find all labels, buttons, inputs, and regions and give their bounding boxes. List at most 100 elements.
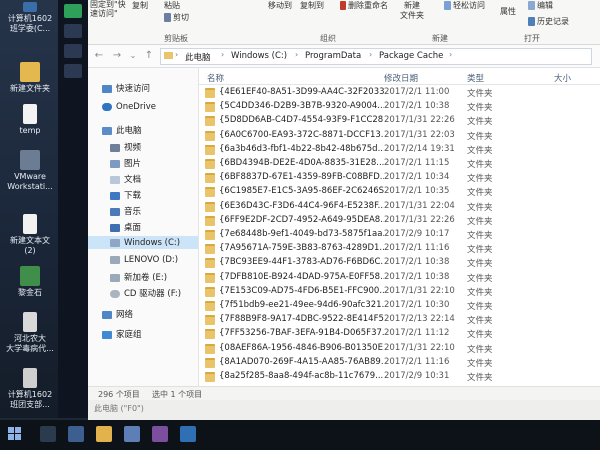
nav-network[interactable]: 网络 [102, 308, 133, 320]
table-row[interactable]: {7e68448b-9ef1-4049-bd73-5875f1aa... 2017… [199, 228, 600, 241]
delete-button[interactable]: 删除 [340, 0, 364, 11]
file-date: 2017/2/13 22:14 [384, 314, 455, 325]
forward-arrow-icon[interactable]: → [110, 49, 124, 63]
properties-button[interactable]: 属性 [500, 6, 516, 17]
table-row[interactable]: {6C1985E7-E1C5-3A95-86EF-2C6246S... 2017/… [199, 185, 600, 198]
nav-this-pc[interactable]: 此电脑 [102, 124, 142, 136]
nav-pictures[interactable]: 图片 [110, 157, 141, 169]
table-row[interactable]: {7F88B9F8-9A17-4DBC-9522-8E414F5... 2017/… [199, 313, 600, 326]
file-type: 文件夹 [467, 117, 493, 128]
file-name: {7DFB810E-B924-4DAD-975A-E0FF58... [219, 271, 384, 282]
file-date: 2017/2/1 10:34 [384, 172, 450, 183]
column-size[interactable]: 大小 [554, 72, 571, 84]
table-row[interactable]: {7f51bdb9-ee21-49ee-94d6-90afc321... 2017… [199, 299, 600, 312]
desktop-icon-hebei-university[interactable]: 河北农大 大学毒病代... [2, 312, 58, 354]
cut-button[interactable]: 剪切 [164, 12, 189, 23]
back-arrow-icon[interactable]: ← [92, 49, 106, 63]
file-date: 2017/1/31 22:26 [384, 214, 455, 225]
table-row[interactable]: {08AEF86A-1956-4846-B906-B01350E... 2017/… [199, 342, 600, 355]
folder-icon [20, 62, 40, 82]
paste-button[interactable]: 粘贴 [164, 0, 180, 11]
nav-desktop[interactable]: 桌面 [110, 221, 141, 233]
file-date: 2017/2/9 10:17 [384, 229, 450, 239]
pin-quick-access-button[interactable]: 固定到"快 速访问" [90, 0, 126, 18]
app-icon[interactable] [64, 4, 82, 18]
nav-cd-drive-f[interactable]: CD 驱动器 (F:) [110, 287, 181, 299]
table-row[interactable]: {6a3b46d3-fbf1-4b22-8b42-48b675d... 2017/… [199, 143, 600, 156]
table-row[interactable]: {6BF8837D-67E1-4359-89FB-C08BFD... 2017/2… [199, 171, 600, 184]
up-arrow-icon[interactable]: ↑ [142, 49, 156, 63]
status-bar: 296 个项目 选中 1 个项目 [88, 386, 600, 401]
nav-windows-c[interactable]: Windows (C:) [110, 238, 180, 248]
table-row[interactable]: {7FF53256-7BAF-3EFA-91B4-D065F37... 2017/… [199, 327, 600, 340]
file-name: {5C4DD346-D2B9-3B7B-9320-A9004... [219, 101, 384, 112]
table-row[interactable]: {5D8DD6AB-C4D7-4554-93F9-F1CC28... 2017/1… [199, 114, 600, 127]
column-type[interactable]: 类型 [467, 72, 484, 84]
easy-access-button[interactable]: 轻松访问 [444, 0, 485, 11]
file-name: {7E153C09-AD75-4FD6-B5E1-FFC900... [219, 285, 384, 296]
desktop-icon-new-text[interactable]: 新建文本文 (2) [2, 214, 58, 256]
table-row[interactable]: {5C4DD346-D2B9-3B7B-9320-A9004... 2017/2/… [199, 100, 600, 113]
desktop-icon-huang[interactable]: 黎金石 [2, 266, 58, 298]
nav-new-volume-e[interactable]: 新加卷 (E:) [110, 271, 167, 283]
file-name: {8A1AD070-269F-4A15-AA85-76AB89... [219, 356, 384, 367]
nav-music[interactable]: 音乐 [110, 205, 141, 217]
visual-studio-taskbar-icon[interactable] [152, 426, 168, 442]
breadcrumb-programdata[interactable]: ProgramData [305, 51, 361, 61]
nav-onedrive[interactable]: OneDrive [102, 102, 156, 112]
table-row[interactable]: {4E61EF40-8A51-3D99-AA4C-32F2033... 2017/… [199, 86, 600, 99]
move-to-button[interactable]: 移动到 [268, 0, 292, 11]
nav-downloads[interactable]: 下载 [110, 189, 141, 201]
desktop-icon-new-folder[interactable]: 新建文件夹 [2, 62, 58, 94]
table-row[interactable]: {6FF9E2DF-2CD7-4952-A649-95DEA8... 2017/1… [199, 214, 600, 227]
breadcrumb-package-cache[interactable]: Package Cache [379, 51, 443, 61]
file-date: 2017/2/1 10:38 [384, 271, 450, 282]
breadcrumb-windows-c[interactable]: Windows (C:) [231, 51, 287, 61]
table-row[interactable]: {8A1AD070-269F-4A15-AA85-76AB89... 2017/2… [199, 356, 600, 369]
nav-homegroup[interactable]: 家庭组 [102, 328, 142, 340]
app-taskbar-icon[interactable] [180, 426, 196, 442]
group-clipboard: 剪贴板 [164, 34, 188, 43]
edit-button[interactable]: 编辑 [528, 0, 553, 11]
toolbar-icon[interactable] [64, 64, 82, 78]
breadcrumb-this-pc[interactable]: 此电脑 [185, 51, 211, 63]
table-row[interactable]: {8a25f285-8aa8-494f-ac8b-11c7679... 2017/… [199, 370, 600, 383]
nav-videos[interactable]: 视频 [110, 141, 141, 153]
browser-taskbar-icon[interactable] [124, 426, 140, 442]
rename-button[interactable]: 重命名 [364, 0, 388, 11]
desktop-icon-vmware[interactable]: VMware Workstati... [2, 150, 58, 192]
table-row[interactable]: {7E153C09-AD75-4FD6-B5E1-FFC900... 2017/1… [199, 285, 600, 298]
recent-chevron-icon[interactable]: ⌄ [126, 49, 140, 63]
search-icon[interactable] [40, 426, 56, 442]
table-row[interactable]: {6A0C6700-EA93-372C-8871-DCCF13... 2017/1… [199, 129, 600, 142]
nav-quick-access[interactable]: 快速访问 [102, 82, 150, 94]
column-header-row: 名称 修改日期 类型 大小 [199, 68, 600, 85]
table-row[interactable]: {7DFB810E-B924-4DAD-975A-E0FF58... 2017/2… [199, 271, 600, 284]
table-row[interactable]: {7A95671A-759E-3B83-8763-4289D1... 2017/2… [199, 242, 600, 255]
new-folder-button[interactable]: 新建 文件夹 [400, 1, 424, 21]
file-explorer-taskbar-icon[interactable] [96, 426, 112, 442]
table-row[interactable]: {6E36D43C-F3D6-44C4-96F4-E5238F... 2017/1… [199, 200, 600, 213]
file-date: 2017/1/31 22:26 [384, 115, 455, 126]
copy-to-button[interactable]: 复制到 [300, 0, 324, 11]
copy-button[interactable]: 复制 [132, 0, 148, 11]
address-input[interactable]: › 此电脑 › Windows (C:) › ProgramData › Pac… [160, 48, 592, 65]
column-name[interactable]: 名称 [207, 72, 224, 84]
nav-documents[interactable]: 文档 [110, 173, 141, 185]
toolbar-icon[interactable] [64, 44, 82, 58]
table-row[interactable]: {6BD4394B-DE2E-4D0A-8835-31E28... 2017/2/… [199, 157, 600, 170]
nav-lenovo-d[interactable]: LENOVO (D:) [110, 255, 178, 265]
file-explorer-window: 固定到"快 速访问" 复制 粘贴 剪切 剪贴板 移动到 复制到 删除 重命名 组… [88, 0, 600, 420]
taskbar [0, 420, 600, 450]
cloud-icon [102, 102, 112, 111]
windows-start-icon[interactable] [8, 427, 22, 441]
desktop-icon-class-committee[interactable]: 计算机1602 班学委(C... [2, 2, 58, 34]
file-name: {7BC93EE9-44F1-3783-AD76-F6BD6C... [219, 257, 384, 268]
desktop-icon-league-branch[interactable]: 计算机1602 班团支部... [2, 368, 58, 410]
column-date-modified[interactable]: 修改日期 [384, 72, 418, 84]
table-row[interactable]: {7BC93EE9-44F1-3783-AD76-F6BD6C... 2017/2… [199, 256, 600, 269]
history-button[interactable]: 历史记录 [528, 16, 569, 27]
task-view-icon[interactable] [68, 426, 84, 442]
desktop-icon-temp[interactable]: temp [2, 104, 58, 136]
toolbar-icon[interactable] [64, 24, 82, 38]
